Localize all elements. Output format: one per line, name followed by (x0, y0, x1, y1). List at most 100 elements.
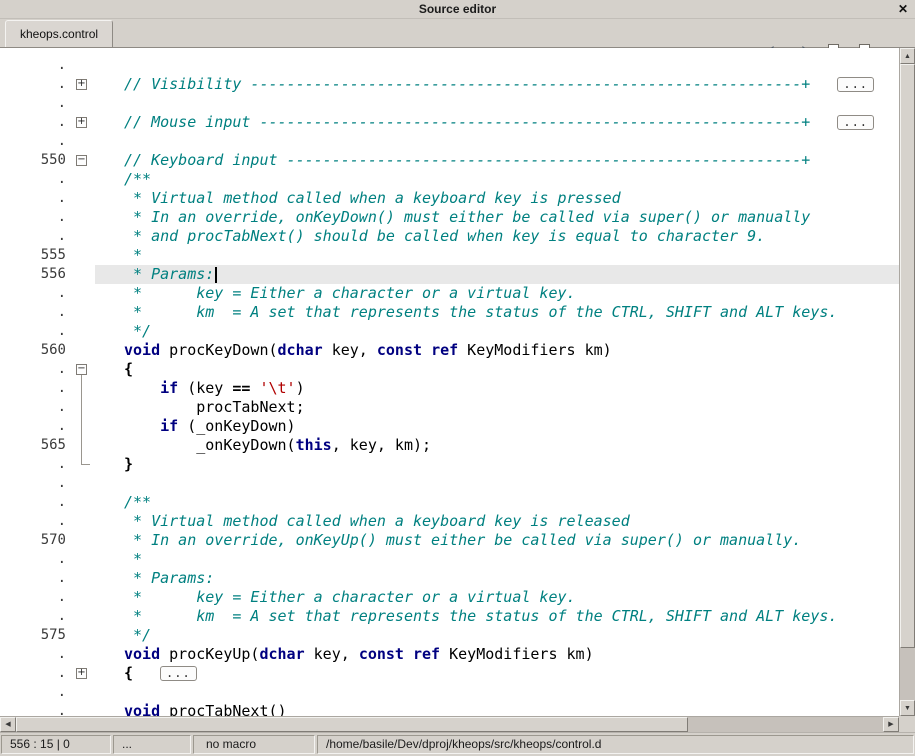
code-line[interactable]: 556 * Params: (0, 265, 899, 284)
code-text: * km = A set that represents the status … (95, 303, 899, 322)
fold-column (70, 436, 95, 455)
scroll-right-button[interactable]: ▶ (883, 717, 899, 732)
left-arrow-icon: ◀ (5, 721, 10, 728)
code-line[interactable]: .void procTabNext() (0, 702, 899, 716)
code-line[interactable]: . * km = A set that represents the statu… (0, 607, 899, 626)
code-line[interactable]: . (0, 94, 899, 113)
right-arrow-icon: ▶ (888, 721, 893, 728)
line-number: . (0, 512, 70, 531)
code-line[interactable]: 560void procKeyDown(dchar key, const ref… (0, 341, 899, 360)
code-line[interactable]: . procTabNext; (0, 398, 899, 417)
collapsed-fold-ellipsis[interactable]: ... (837, 77, 874, 92)
line-number: 556 (0, 265, 70, 284)
collapsed-fold-ellipsis[interactable]: ... (160, 666, 197, 681)
code-line[interactable]: 555 * (0, 246, 899, 265)
code-text: * (95, 246, 899, 265)
fold-expand-icon[interactable]: + (76, 117, 87, 128)
code-text: void procKeyDown(dchar key, const ref Ke… (95, 341, 899, 360)
code-line[interactable]: .} (0, 455, 899, 474)
code-line[interactable]: . * key = Either a character or a virtua… (0, 284, 899, 303)
fold-column (70, 455, 95, 474)
code-line[interactable]: . if (key == '\t') (0, 379, 899, 398)
code-line[interactable]: .+{... (0, 664, 899, 683)
code-text: * key = Either a character or a virtual … (95, 588, 899, 607)
vertical-scrollbar[interactable]: ▲ ▼ (899, 48, 915, 716)
code-line[interactable]: 575 */ (0, 626, 899, 645)
code-line[interactable]: 550−// Keyboard input ------------------… (0, 151, 899, 170)
fold-column (70, 379, 95, 398)
vertical-scrollbar-thumb[interactable] (900, 64, 915, 648)
code-text: // Keyboard input ----------------------… (95, 151, 899, 170)
code-text: * Virtual method called when a keyboard … (95, 189, 899, 208)
horizontal-scrollbar[interactable]: ◀ ▶ (0, 716, 899, 732)
window-title: Source editor (419, 2, 496, 16)
code-text: if (_onKeyDown) (95, 417, 899, 436)
fold-column: + (70, 113, 95, 132)
code-line[interactable]: .void procKeyUp(dchar key, const ref Key… (0, 645, 899, 664)
collapsed-fold-ellipsis[interactable]: ... (837, 115, 874, 130)
fold-expand-icon[interactable]: + (76, 79, 87, 90)
fold-column (70, 398, 95, 417)
code-editor[interactable]: ..+// Visibility -----------------------… (0, 48, 899, 716)
code-line[interactable]: . * and procTabNext() should be called w… (0, 227, 899, 246)
code-text: * In an override, onKeyUp() must either … (95, 531, 899, 550)
fold-column (70, 265, 95, 284)
line-number: . (0, 417, 70, 436)
code-line[interactable]: . (0, 683, 899, 702)
window-titlebar[interactable]: Source editor ✕ (0, 0, 915, 19)
code-line[interactable]: . * Virtual method called when a keyboar… (0, 189, 899, 208)
code-line[interactable]: .−{ (0, 360, 899, 379)
fold-expand-icon[interactable]: + (76, 668, 87, 679)
code-text: // Mouse input -------------------------… (95, 113, 899, 132)
fold-column (70, 170, 95, 189)
fold-column (70, 588, 95, 607)
fold-column (70, 303, 95, 322)
fold-collapse-icon[interactable]: − (76, 155, 87, 166)
line-number: . (0, 683, 70, 702)
code-line[interactable]: 565 _onKeyDown(this, key, km); (0, 436, 899, 455)
code-text (95, 56, 899, 75)
scroll-up-button[interactable]: ▲ (900, 48, 915, 64)
line-number: . (0, 75, 70, 94)
code-text: void procTabNext() (95, 702, 899, 716)
fold-column (70, 246, 95, 265)
line-number: 555 (0, 246, 70, 265)
code-text: } (95, 455, 899, 474)
line-number: . (0, 170, 70, 189)
code-line[interactable]: ./** (0, 493, 899, 512)
code-lines: ..+// Visibility -----------------------… (0, 48, 899, 716)
code-text (95, 94, 899, 113)
code-line[interactable]: .+// Visibility ------------------------… (0, 75, 899, 94)
fold-column (70, 227, 95, 246)
tab-kheops-control[interactable]: kheops.control (5, 20, 113, 47)
code-line[interactable]: . * In an override, onKeyDown() must eit… (0, 208, 899, 227)
code-line[interactable]: . * Virtual method called when a keyboar… (0, 512, 899, 531)
code-text (95, 683, 899, 702)
code-line[interactable]: . * key = Either a character or a virtua… (0, 588, 899, 607)
code-text: * and procTabNext() should be called whe… (95, 227, 899, 246)
code-line[interactable]: .+// Mouse input -----------------------… (0, 113, 899, 132)
scroll-left-button[interactable]: ◀ (0, 717, 16, 732)
fold-column (70, 132, 95, 151)
code-line[interactable]: . (0, 56, 899, 75)
code-line[interactable]: . * Params: (0, 569, 899, 588)
code-line[interactable]: 570 * In an override, onKeyUp() must eit… (0, 531, 899, 550)
line-number: . (0, 645, 70, 664)
horizontal-scrollbar-thumb[interactable] (16, 717, 688, 732)
close-icon[interactable]: ✕ (898, 0, 908, 19)
caret-position-status: 556 : 15 | 0 (1, 735, 111, 754)
source-editor-window: Source editor ✕ kheops.control ..+// V (0, 0, 915, 756)
line-number: 550 (0, 151, 70, 170)
code-line[interactable]: ./** (0, 170, 899, 189)
code-line[interactable]: . (0, 474, 899, 493)
code-line[interactable]: . if (_onKeyDown) (0, 417, 899, 436)
code-line[interactable]: . * km = A set that represents the statu… (0, 303, 899, 322)
code-line[interactable]: . (0, 132, 899, 151)
text-cursor (215, 267, 217, 283)
fold-collapse-icon[interactable]: − (76, 364, 87, 375)
fold-column (70, 493, 95, 512)
scroll-down-button[interactable]: ▼ (900, 700, 915, 716)
code-line[interactable]: . */ (0, 322, 899, 341)
code-text: * Params: (95, 569, 899, 588)
code-line[interactable]: . * (0, 550, 899, 569)
